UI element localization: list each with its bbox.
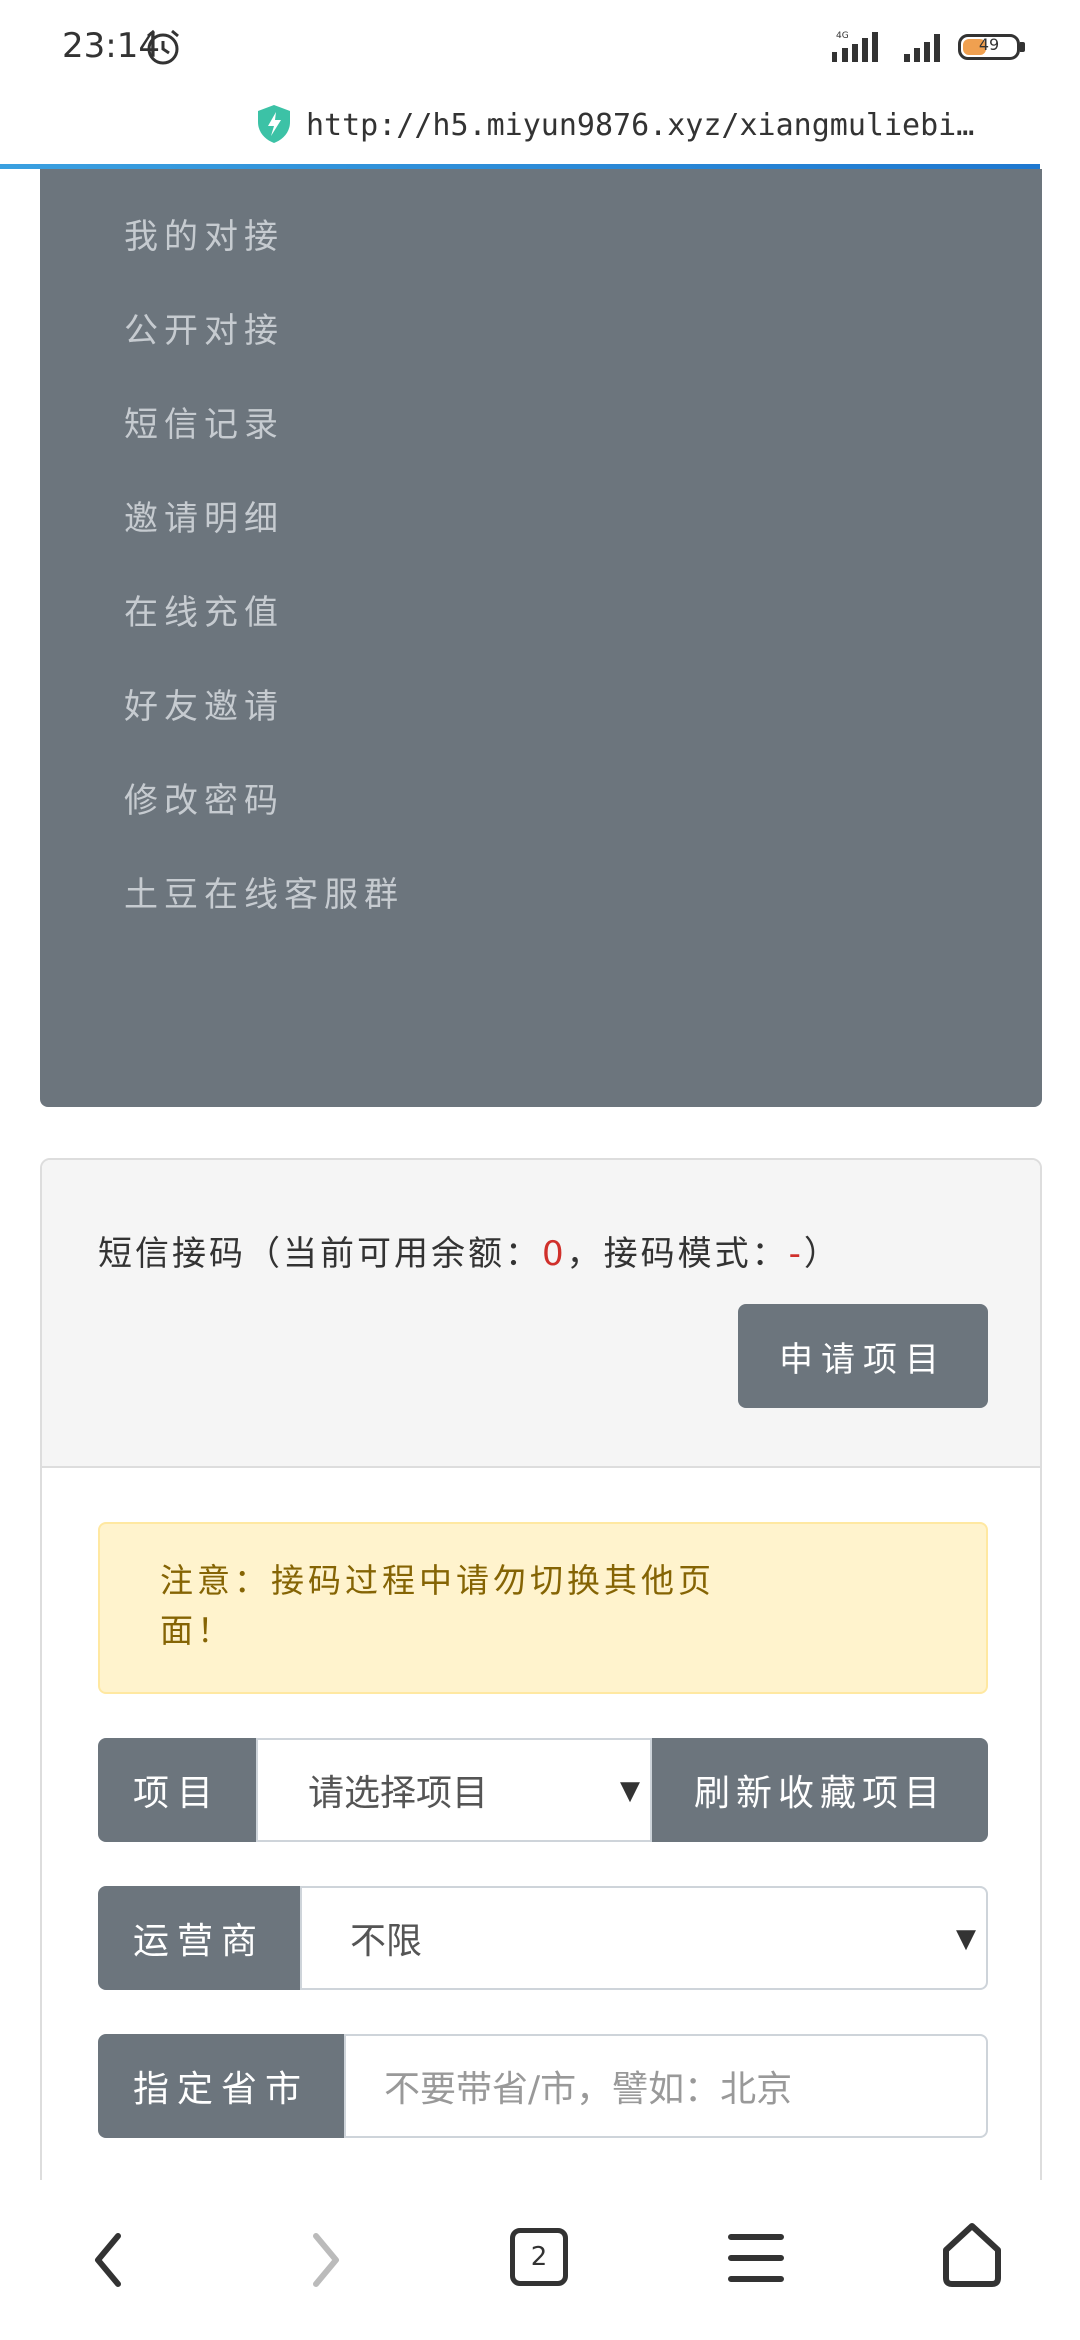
- region-input-placeholder: 不要带省/市，譬如：北京: [384, 2069, 793, 2110]
- alarm-clock-icon: [147, 29, 179, 65]
- chevron-down-icon: ▼: [956, 1924, 976, 1954]
- forward-arrow-icon[interactable]: [308, 2230, 344, 2290]
- navigation-menu: 我的对接 公开对接 短信记录 邀请明细 在线充值 好友邀请 修改密码 土豆在线客…: [40, 169, 1042, 1233]
- status-bar: 23:14 4G 49: [0, 0, 1080, 96]
- battery-level-text: 49: [978, 35, 1000, 54]
- menu-item-change-password[interactable]: 修改密码: [124, 773, 284, 822]
- menu-item-invite-friends[interactable]: 好友邀请: [124, 679, 284, 728]
- cellular-signal-4g-icon: 4G: [832, 31, 878, 62]
- battery-icon: 49: [958, 34, 1020, 60]
- project-row: 项目 请选择项目 ▼ 刷新收藏项目: [98, 1738, 988, 1842]
- menu-item-sms-records[interactable]: 短信记录: [124, 397, 284, 446]
- alert-text: 注意：接码过程中请勿切换其他页面！: [160, 1561, 715, 1650]
- project-select[interactable]: 请选择项目 ▼: [256, 1738, 652, 1842]
- card-title: 短信接码（当前可用余额：0，接码模式：-）: [98, 1226, 841, 1275]
- mode-value: -: [788, 1234, 804, 1274]
- region-input[interactable]: 不要带省/市，譬如：北京: [344, 2034, 988, 2138]
- battery-tip: [1020, 42, 1025, 52]
- back-arrow-icon[interactable]: [90, 2230, 126, 2290]
- menu-item-invite-details[interactable]: 邀请明细: [124, 491, 284, 540]
- warning-alert: 注意：接码过程中请勿切换其他页面！: [98, 1522, 988, 1694]
- carrier-select[interactable]: 不限 ▼: [300, 1886, 988, 1990]
- region-label: 指定省市: [98, 2034, 344, 2138]
- svg-text:4G: 4G: [836, 31, 849, 41]
- menu-hamburger-icon[interactable]: [728, 2232, 784, 2284]
- secure-shield-icon: [258, 105, 290, 143]
- carrier-select-value: 不限: [350, 1921, 423, 1962]
- home-icon[interactable]: [940, 2220, 1004, 2290]
- tabs-count-icon[interactable]: 2: [510, 2228, 568, 2286]
- url-text[interactable]: http://h5.miyun9876.xyz/xiangmuliebi…: [306, 108, 974, 143]
- menu-item-online-recharge[interactable]: 在线充值: [124, 585, 284, 634]
- menu-item-my-docking[interactable]: 我的对接: [124, 209, 284, 258]
- chevron-down-icon: ▼: [620, 1776, 640, 1806]
- carrier-row: 运营商 不限 ▼: [98, 1886, 988, 1990]
- menu-item-support-group[interactable]: 土豆在线客服群: [124, 867, 404, 916]
- menu-item-public-docking[interactable]: 公开对接: [124, 303, 284, 352]
- region-row: 指定省市 不要带省/市，譬如：北京: [98, 2034, 988, 2138]
- project-label: 项目: [98, 1738, 256, 1842]
- cellular-signal-icon: [904, 34, 940, 62]
- browser-bottom-nav: 2: [0, 2180, 1080, 2340]
- apply-project-button[interactable]: 申请项目: [738, 1304, 988, 1408]
- card-title-middle: ，接码模式：: [566, 1234, 789, 1274]
- sms-receive-card: 短信接码（当前可用余额：0，接码模式：-） 申请项目 注意：接码过程中请勿切换其…: [40, 1158, 1042, 2258]
- card-title-prefix: 短信接码（当前可用余额：: [98, 1234, 542, 1274]
- project-select-value: 请选择项目: [308, 1773, 489, 1814]
- card-header: 短信接码（当前可用余额：0，接码模式：-） 申请项目: [42, 1160, 1040, 1468]
- balance-value: 0: [542, 1234, 567, 1274]
- refresh-favorites-button[interactable]: 刷新收藏项目: [652, 1738, 988, 1842]
- card-title-suffix: ）: [803, 1234, 841, 1274]
- carrier-label: 运营商: [98, 1886, 300, 1990]
